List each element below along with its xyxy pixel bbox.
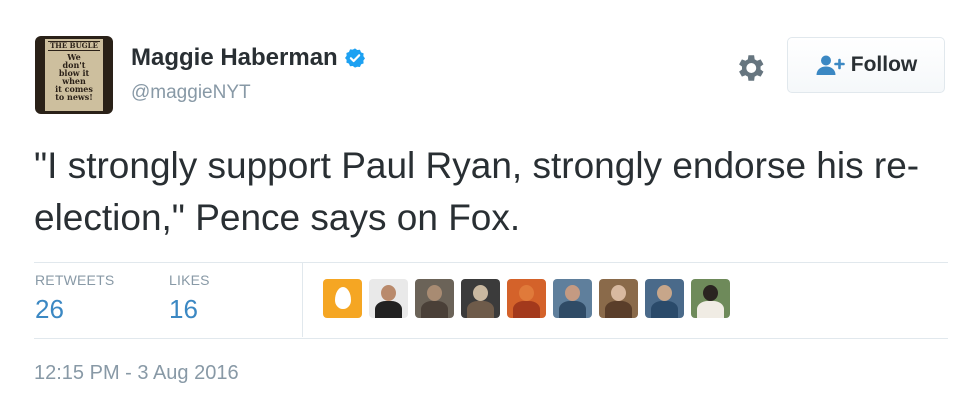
avatar-body <box>651 301 678 318</box>
liker-avatar[interactable] <box>645 279 684 318</box>
avatar-body <box>375 301 402 318</box>
follow-button[interactable]: Follow <box>787 37 945 93</box>
avatar-head <box>473 285 488 301</box>
avatar-body <box>467 301 494 318</box>
follow-person-plus-icon <box>816 55 845 75</box>
stats-top-divider <box>34 262 948 263</box>
avatar-head <box>565 285 580 301</box>
avatar-head <box>703 285 718 301</box>
avatar-body <box>697 301 724 318</box>
liker-avatar[interactable] <box>553 279 592 318</box>
avatar-body <box>513 301 540 318</box>
tweet-timestamp[interactable]: 12:15 PM - 3 Aug 2016 <box>34 362 239 385</box>
stats-separator <box>302 263 303 337</box>
liker-avatar[interactable] <box>415 279 454 318</box>
gear-icon[interactable] <box>733 51 767 85</box>
liker-avatar[interactable] <box>369 279 408 318</box>
liker-avatar[interactable] <box>599 279 638 318</box>
liker-avatar[interactable] <box>323 279 362 318</box>
avatar-line: to news! <box>55 92 93 102</box>
follow-button-label: Follow <box>850 53 918 76</box>
author-handle[interactable]: @maggieNYT <box>131 82 251 104</box>
avatar-head <box>381 285 396 301</box>
avatar-body <box>421 301 448 318</box>
avatar-head <box>519 285 534 301</box>
avatar-masthead: THE BUGLE <box>48 41 100 51</box>
avatar-head <box>657 285 672 301</box>
liker-avatar[interactable] <box>461 279 500 318</box>
tweet-text: "I strongly support Paul Ryan, strongly … <box>34 145 920 238</box>
author-name-text: Maggie Haberman <box>131 44 338 71</box>
egg-icon <box>335 287 351 309</box>
likes-stat[interactable]: LIKES 16 <box>169 272 210 325</box>
likes-label: LIKES <box>169 272 210 288</box>
likes-count: 16 <box>169 294 198 324</box>
avatar-body <box>559 301 586 318</box>
liker-avatar[interactable] <box>691 279 730 318</box>
verified-badge-icon <box>344 48 365 68</box>
likers-avatar-row <box>323 279 737 318</box>
retweets-stat[interactable]: RETWEETS 26 <box>35 272 114 325</box>
avatar-body <box>605 301 632 318</box>
avatar-head <box>611 285 626 301</box>
retweets-label: RETWEETS <box>35 272 115 288</box>
liker-avatar[interactable] <box>507 279 546 318</box>
author-avatar[interactable]: THE BUGLE We don't blow it when it comes… <box>35 36 113 114</box>
avatar-head <box>427 285 442 301</box>
avatar-newspaper-image: THE BUGLE We don't blow it when it comes… <box>45 39 103 111</box>
stats-bottom-divider <box>34 338 948 339</box>
retweets-count: 26 <box>35 294 64 324</box>
author-name[interactable]: Maggie Haberman <box>131 44 366 72</box>
